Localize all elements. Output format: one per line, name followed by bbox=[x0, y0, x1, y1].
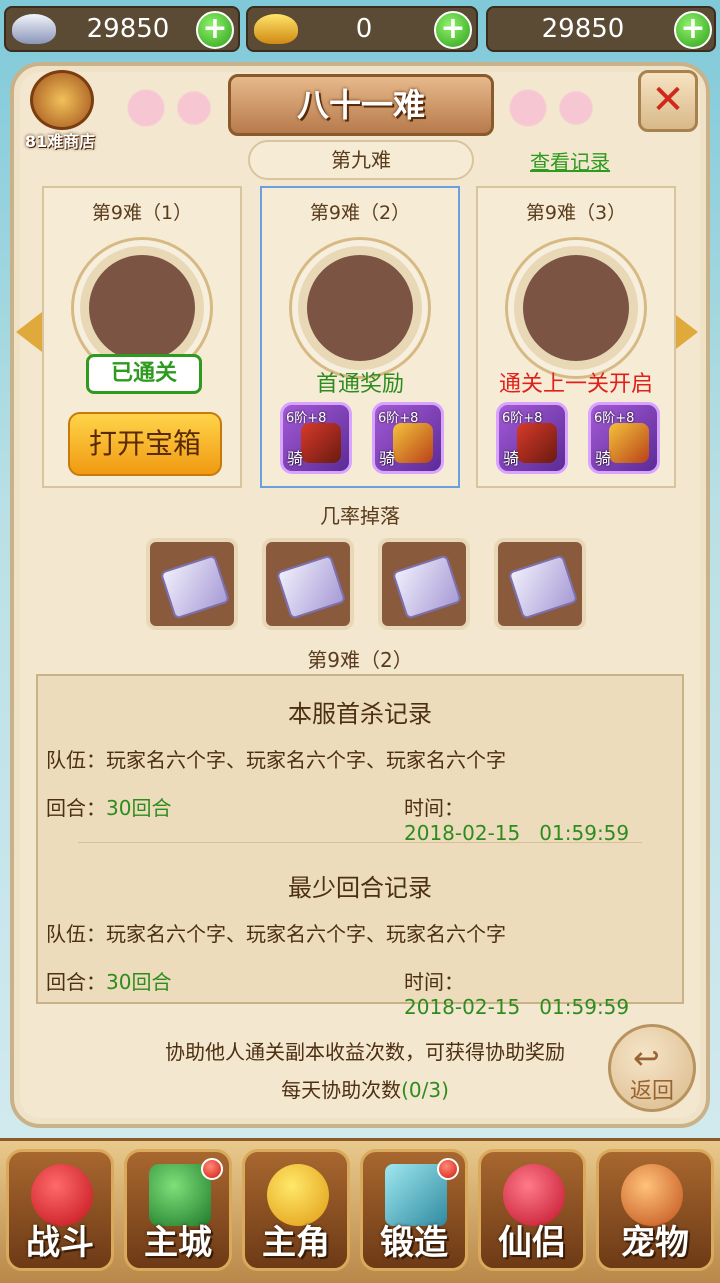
first-kill-title: 本服首杀记录 bbox=[288, 700, 432, 728]
first-kill-rounds: 回合：30回合 bbox=[46, 796, 172, 820]
open-chest-button[interactable]: 打开宝箱 bbox=[68, 412, 222, 476]
reward-item-mount[interactable]: 6阶+8 骑 bbox=[280, 402, 352, 474]
gold-currency: 0 + bbox=[246, 6, 478, 52]
unlock-hint: 通关上一关开启 bbox=[498, 372, 653, 397]
min-round-time: 时间：2018-02-15 01:59:59 bbox=[404, 970, 630, 1019]
stage-banner: 第九难 bbox=[248, 140, 474, 180]
blossom-decoration-right bbox=[492, 84, 612, 132]
drop-item[interactable] bbox=[262, 538, 354, 630]
nav-battle[interactable]: 战斗 bbox=[6, 1149, 114, 1271]
silver-ingot-icon bbox=[12, 14, 56, 44]
assist-count: 每天协助次数(0/3) bbox=[281, 1078, 449, 1102]
third-amount: 29850 bbox=[541, 14, 625, 44]
nav-forge[interactable]: 锻造 bbox=[360, 1149, 468, 1271]
scroll-icon bbox=[391, 554, 463, 620]
reward-item-mount[interactable]: 6阶+8 骑 bbox=[372, 402, 444, 474]
notification-dot bbox=[437, 1158, 459, 1180]
records-panel: 本服首杀记录 队伍：玩家名六个字、玩家名六个字、玩家名六个字 回合：30回合 时… bbox=[36, 674, 684, 1019]
divider bbox=[78, 842, 642, 843]
reward-slot bbox=[292, 240, 428, 376]
close-icon: ✕ bbox=[651, 77, 685, 123]
nav-hero[interactable]: 主角 bbox=[242, 1149, 350, 1271]
scroll-icon bbox=[507, 554, 579, 620]
card-title: 第9难（2） bbox=[309, 202, 411, 224]
silver-amount: 29850 bbox=[86, 14, 170, 44]
third-currency: 29850 + bbox=[486, 6, 716, 52]
shop-label: 81难商店 bbox=[24, 132, 96, 151]
min-round-rounds: 回合：30回合 bbox=[46, 970, 172, 994]
card-title: 第9难（3） bbox=[525, 202, 627, 224]
item-type: 骑 bbox=[595, 449, 612, 468]
assist-info: 协助他人通关副本收益次数，可获得协助奖励 bbox=[165, 1040, 565, 1064]
shop-icon bbox=[30, 70, 94, 130]
add-silver-button[interactable]: + bbox=[196, 11, 234, 49]
mount-icon bbox=[393, 423, 433, 463]
nav-label: 锻造 bbox=[380, 1223, 448, 1263]
nav-label: 仙侣 bbox=[498, 1223, 566, 1263]
item-level: 6阶+8 bbox=[502, 411, 543, 426]
item-level: 6阶+8 bbox=[286, 411, 327, 426]
nav-companion[interactable]: 仙侣 bbox=[478, 1149, 586, 1271]
title-banner: 八十一难 bbox=[228, 74, 494, 136]
silver-currency: 29850 + bbox=[4, 6, 240, 52]
nav-city[interactable]: 主城 bbox=[124, 1149, 232, 1271]
stage-name: 第九难 bbox=[331, 148, 391, 172]
item-type: 骑 bbox=[503, 449, 520, 468]
item-level: 6阶+8 bbox=[594, 411, 635, 426]
add-third-button[interactable]: + bbox=[674, 11, 712, 49]
nav-pet[interactable]: 宠物 bbox=[596, 1149, 714, 1271]
arrow-left-icon bbox=[16, 312, 42, 352]
scroll-icon bbox=[275, 554, 347, 620]
mount-icon bbox=[517, 423, 557, 463]
add-gold-button[interactable]: + bbox=[434, 11, 472, 49]
bottom-nav: 战斗 主城 主角 锻造 仙侣 宠物 bbox=[0, 1138, 720, 1283]
shop-button[interactable]: 81难商店 bbox=[14, 66, 106, 154]
mount-icon bbox=[609, 423, 649, 463]
min-round-title: 最少回合记录 bbox=[288, 874, 432, 902]
stage-card-3[interactable]: 第9难（3） 通关上一关开启 6阶+8 骑 6阶+8 骑 bbox=[476, 186, 676, 488]
drop-title: 几率掉落 bbox=[320, 504, 400, 528]
drop-item[interactable] bbox=[494, 538, 586, 630]
page-title: 八十一难 bbox=[296, 86, 425, 124]
view-records-link[interactable]: 查看记录 bbox=[530, 146, 630, 175]
back-label: 返回 bbox=[629, 1079, 674, 1104]
stage-card-1[interactable]: 第9难（1） 已通关 打开宝箱 bbox=[42, 186, 242, 488]
gold-ingot-icon bbox=[254, 14, 298, 44]
drop-item[interactable] bbox=[146, 538, 238, 630]
nav-label: 战斗 bbox=[26, 1223, 94, 1263]
min-round-team: 队伍：玩家名六个字、玩家名六个字、玩家名六个字 bbox=[46, 922, 506, 946]
first-kill-team: 队伍：玩家名六个字、玩家名六个字、玩家名六个字 bbox=[46, 748, 506, 772]
back-button[interactable]: ↩ 返回 bbox=[608, 1024, 696, 1112]
reward-item-mount[interactable]: 6阶+8 骑 bbox=[496, 402, 568, 474]
nav-label: 宠物 bbox=[621, 1223, 689, 1263]
mount-icon bbox=[301, 423, 341, 463]
reward-slot bbox=[508, 240, 644, 376]
next-arrow-button[interactable] bbox=[672, 312, 704, 354]
item-type: 骑 bbox=[287, 449, 304, 468]
nav-label: 主城 bbox=[144, 1223, 212, 1263]
first-clear-reward-label: 首通奖励 bbox=[315, 372, 404, 397]
selected-stage-label: 第9难（2） bbox=[307, 648, 413, 672]
drop-item[interactable] bbox=[378, 538, 470, 630]
blossom-decoration-left bbox=[110, 84, 230, 132]
item-level: 6阶+8 bbox=[378, 411, 419, 426]
card-title: 第9难（1） bbox=[91, 202, 193, 224]
cleared-badge: 已通关 bbox=[86, 354, 202, 394]
back-arrow-icon: ↩ bbox=[633, 1039, 660, 1077]
item-type: 骑 bbox=[379, 449, 396, 468]
stage-card-2[interactable]: 第9难（2） 首通奖励 6阶+8 骑 6阶+8 骑 bbox=[260, 186, 460, 488]
first-kill-time: 时间：2018-02-15 01:59:59 bbox=[404, 796, 630, 845]
scroll-icon bbox=[159, 554, 231, 620]
nav-label: 主角 bbox=[262, 1223, 330, 1263]
reward-item-mount[interactable]: 6阶+8 骑 bbox=[588, 402, 660, 474]
notification-dot bbox=[201, 1158, 223, 1180]
gold-amount: 0 bbox=[355, 14, 373, 44]
close-button[interactable]: ✕ bbox=[638, 70, 698, 132]
